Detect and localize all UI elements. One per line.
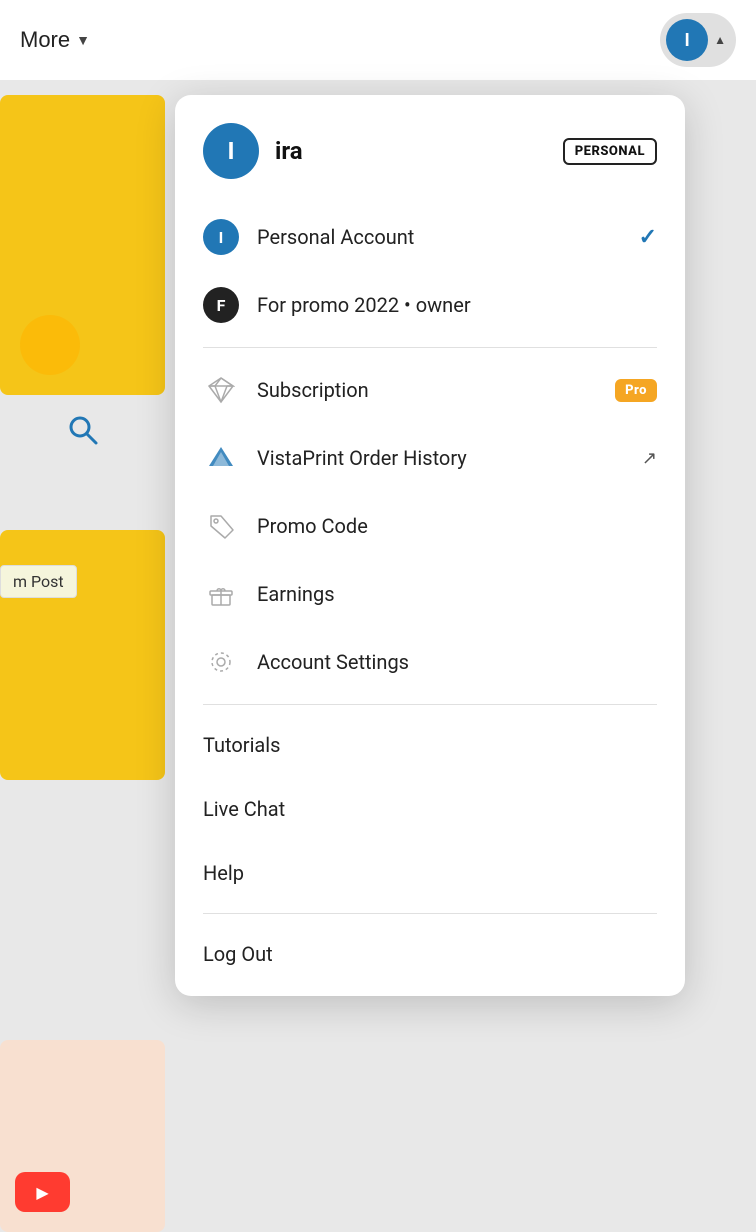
user-menu-button[interactable]: I ▲ (660, 13, 736, 67)
dropdown-header: I ira PERSONAL (175, 123, 685, 203)
dropdown-menu: I ira PERSONAL I Personal Account ✓ F Fo… (175, 95, 685, 996)
menu-item-for-promo[interactable]: F For promo 2022 • owner (175, 271, 685, 339)
user-name: ira (275, 137, 547, 165)
youtube-icon (15, 1172, 70, 1212)
menu-item-help[interactable]: Help (175, 841, 685, 905)
menu-item-log-out[interactable]: Log Out (175, 922, 685, 986)
tutorials-label: Tutorials (203, 733, 281, 757)
menu-item-vistaprint[interactable]: VistaPrint Order History ↗ (175, 424, 685, 492)
earnings-icon (203, 576, 239, 612)
search-icon (58, 405, 108, 455)
personal-account-check-icon: ✓ (639, 225, 657, 250)
earnings-label: Earnings (257, 582, 657, 606)
subscription-label: Subscription (257, 378, 597, 402)
promo-code-label: Promo Code (257, 514, 657, 538)
menu-item-live-chat[interactable]: Live Chat (175, 777, 685, 841)
user-avatar-small: I (666, 19, 708, 61)
m-post-label: m Post (0, 565, 77, 598)
divider-2 (203, 704, 657, 705)
user-caret-icon: ▲ (714, 33, 726, 47)
account-settings-label: Account Settings (257, 650, 657, 674)
subscription-icon (203, 372, 239, 408)
help-label: Help (203, 861, 244, 885)
menu-item-earnings[interactable]: Earnings (175, 560, 685, 628)
menu-item-subscription[interactable]: Subscription Pro (175, 356, 685, 424)
top-bar: More ▼ I ▲ (0, 0, 756, 80)
pink-card (0, 1040, 165, 1232)
personal-account-icon: I (203, 219, 239, 255)
for-promo-icon: F (203, 287, 239, 323)
vistaprint-label: VistaPrint Order History (257, 446, 624, 470)
more-label: More (20, 27, 70, 53)
more-chevron-icon: ▼ (76, 32, 90, 48)
search-area (0, 395, 165, 465)
pro-badge: Pro (615, 379, 657, 402)
menu-item-account-settings[interactable]: Account Settings (175, 628, 685, 696)
live-chat-label: Live Chat (203, 797, 285, 821)
for-promo-label: For promo 2022 • owner (257, 293, 657, 317)
log-out-label: Log Out (203, 942, 273, 966)
divider-1 (203, 347, 657, 348)
menu-item-promo-code[interactable]: Promo Code (175, 492, 685, 560)
more-button[interactable]: More ▼ (20, 27, 90, 53)
user-avatar-large: I (203, 123, 259, 179)
personal-account-label: Personal Account (257, 225, 621, 249)
yellow-card-top (0, 95, 165, 395)
menu-item-personal-account[interactable]: I Personal Account ✓ (175, 203, 685, 271)
menu-item-tutorials[interactable]: Tutorials (175, 713, 685, 777)
external-link-icon: ↗ (642, 448, 657, 469)
account-settings-icon (203, 644, 239, 680)
personal-badge: PERSONAL (563, 138, 657, 165)
promo-code-icon (203, 508, 239, 544)
divider-3 (203, 913, 657, 914)
vistaprint-icon (203, 440, 239, 476)
